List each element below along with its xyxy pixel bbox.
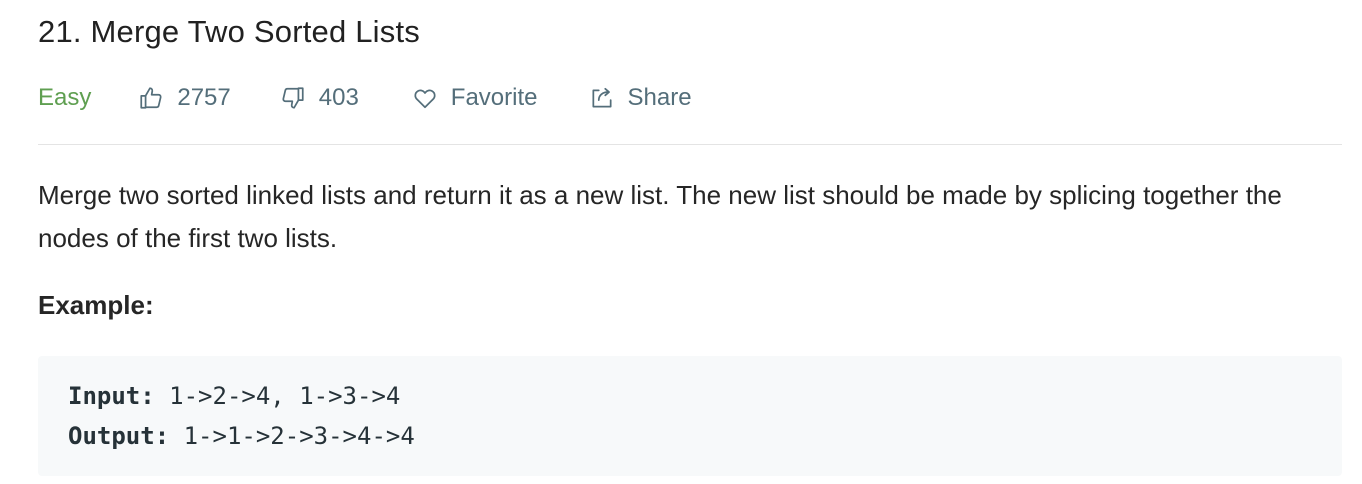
header-divider xyxy=(38,144,1342,145)
example-output-line: Output: 1->1->2->3->4->4 xyxy=(68,416,1312,456)
example-input-line: Input: 1->2->4, 1->3->4 xyxy=(68,376,1312,416)
output-label: Output: xyxy=(68,422,170,450)
share-label: Share xyxy=(627,84,692,111)
like-button[interactable]: 2757 xyxy=(137,84,231,112)
thumbs-down-icon xyxy=(279,84,307,112)
difficulty-badge: Easy xyxy=(38,84,92,111)
input-value: 1->2->4, 1->3->4 xyxy=(154,382,401,410)
favorite-label: Favorite xyxy=(450,84,538,111)
problem-title: 21. Merge Two Sorted Lists xyxy=(38,14,420,49)
like-count: 2757 xyxy=(177,84,231,111)
share-button[interactable]: Share xyxy=(588,84,692,112)
output-value: 1->1->2->3->4->4 xyxy=(169,422,415,450)
problem-description: Merge two sorted linked lists and return… xyxy=(38,180,1282,253)
example-code-block: Input: 1->2->4, 1->3->4 Output: 1->1->2-… xyxy=(38,356,1342,476)
heart-icon xyxy=(411,84,439,112)
problem-meta-bar: Easy 2757 403 Favorite Share xyxy=(38,82,692,114)
dislike-button[interactable]: 403 xyxy=(279,84,359,112)
thumbs-up-icon xyxy=(137,84,165,112)
dislike-count: 403 xyxy=(318,84,359,111)
favorite-button[interactable]: Favorite xyxy=(411,84,538,112)
share-icon xyxy=(588,84,616,112)
input-label: Input: xyxy=(68,382,155,410)
example-heading: Example: xyxy=(38,290,154,320)
